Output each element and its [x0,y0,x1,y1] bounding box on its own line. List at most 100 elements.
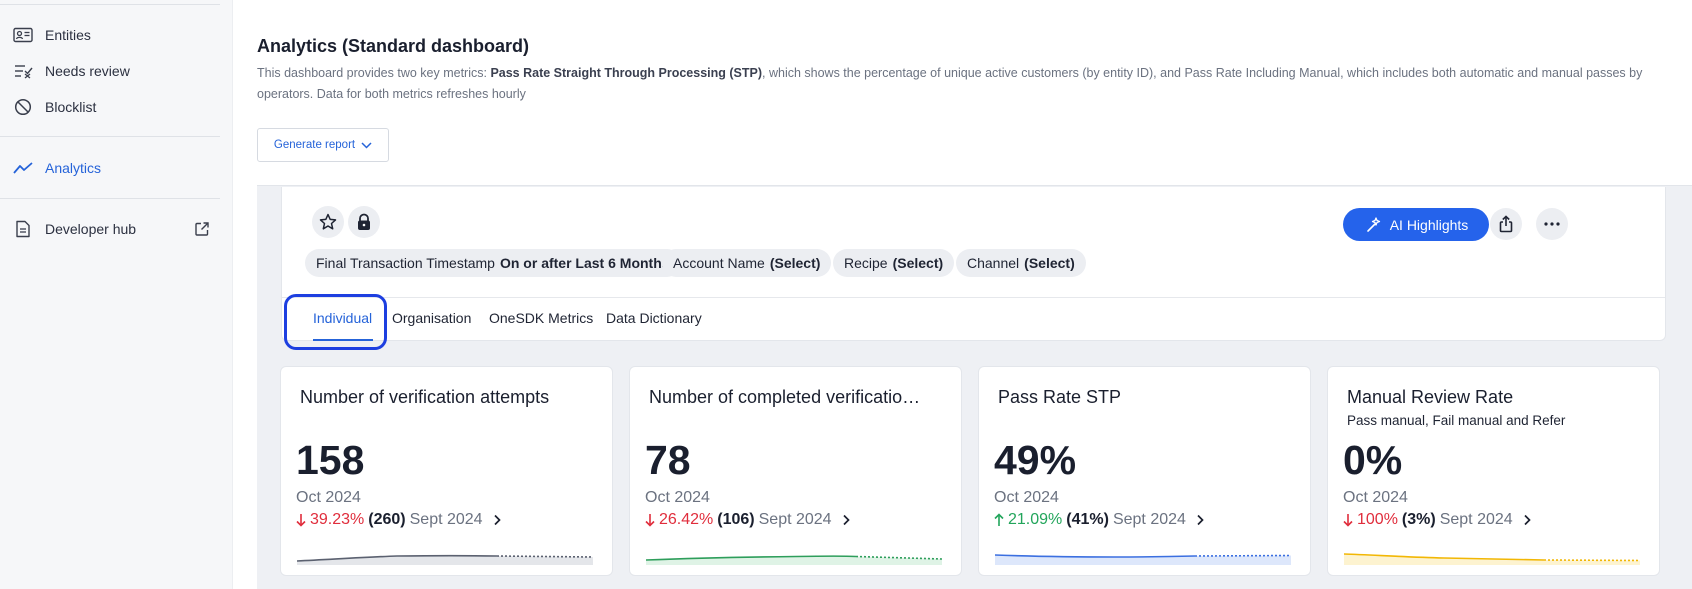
card-subtitle: Pass manual, Fail manual and Refer [1347,413,1566,428]
sidebar: Entities Needs review Blocklist Analytic… [0,0,233,589]
sidebar-item-label: Blocklist [45,99,97,115]
delta-percent: 39.23% [310,511,365,528]
chevron-down-icon [361,141,372,149]
card-comparison: 26.42% (106) Sept 2024 [645,511,852,529]
tabs-divider [282,297,1665,298]
more-options-button[interactable] [1536,208,1568,240]
sidebar-item-label: Needs review [45,63,130,79]
sidebar-divider [0,136,220,137]
metric-card-completed-verifications[interactable]: Number of completed verificatio… 78 Oct … [629,366,962,576]
arrow-down-icon [1343,514,1353,527]
lock-button[interactable] [348,206,380,238]
filter-label: Final Transaction Timestamp [316,255,495,271]
review-list-icon [12,60,34,82]
filter-account-name[interactable]: Account Name (Select) [662,249,832,277]
previous-value: (41%) [1066,511,1109,528]
lock-icon [358,213,370,230]
card-period: Oct 2024 [645,489,710,506]
tab-onesdk-metrics[interactable]: OneSDK Metrics [489,310,593,326]
trend-line-icon [12,157,34,179]
sidebar-item-label: Developer hub [45,221,137,237]
sidebar-item-needs-review[interactable]: Needs review [0,54,220,88]
generate-report-label: Generate report [273,139,356,151]
card-title: Manual Review Rate [1347,387,1514,407]
sidebar-divider [0,4,220,5]
sidebar-item-label: Analytics [45,160,102,176]
filter-label: Account Name [673,255,765,271]
ai-highlights-label: AI Highlights [1389,216,1469,233]
sparkle-wand-icon [1366,216,1380,232]
previous-value: (106) [717,511,755,528]
filter-recipe[interactable]: Recipe (Select) [833,249,955,277]
sidebar-item-label: Entities [45,27,91,43]
sidebar-item-blocklist[interactable]: Blocklist [0,90,220,124]
previous-value: (260) [368,511,406,528]
share-icon [1499,215,1513,233]
previous-period: Sept 2024 [409,511,483,528]
filter-value: On or after Last 6 Months [499,255,670,271]
delta-percent: 100% [1357,511,1398,528]
card-value: 0% [1343,437,1403,483]
main-content: Analytics (Standard dashboard) This dash… [233,0,1692,589]
card-period: Oct 2024 [1343,489,1408,506]
tab-organisation[interactable]: Organisation [392,310,471,326]
arrow-down-icon [645,514,655,527]
previous-period: Sept 2024 [1439,511,1513,528]
card-period: Oct 2024 [296,489,361,506]
filter-value: (Select) [769,255,821,271]
card-comparison: 100% (3%) Sept 2024 [1343,511,1533,529]
card-period: Oct 2024 [994,489,1059,506]
sparkline-chart [646,555,942,565]
tab-data-dictionary[interactable]: Data Dictionary [606,310,702,326]
card-title: Number of completed verificatio… [649,387,921,407]
dashboard-controls: AI Highlights Final Transaction Timestam… [281,187,1666,350]
sidebar-item-developer-hub[interactable]: Developer hub [0,212,220,246]
page-description: This dashboard provides two key metrics:… [257,63,1692,105]
delta-percent: 26.42% [659,511,714,528]
document-icon [12,218,34,240]
metric-card-pass-rate-stp[interactable]: Pass Rate STP 49% Oct 2024 21.09% (41%) … [978,366,1311,576]
sparkline-chart [1344,553,1640,565]
arrow-up-icon [994,513,1004,526]
description-bold: Pass Rate Straight Through Processing (S… [490,66,763,80]
id-card-icon [12,24,34,46]
previous-period: Sept 2024 [1112,511,1186,528]
favorite-button[interactable] [312,206,344,238]
chevron-right-icon[interactable] [1194,514,1206,526]
delta-percent: 21.09% [1008,511,1063,528]
share-button[interactable] [1490,208,1522,240]
dashboard-area: AI Highlights Final Transaction Timestam… [257,185,1692,589]
sidebar-item-analytics[interactable]: Analytics [0,151,220,185]
filter-label: Recipe [844,255,888,271]
focus-highlight [284,294,387,350]
filter-final-transaction-timestamp[interactable]: Final Transaction Timestamp On or after L… [305,249,681,277]
card-value: 49% [994,437,1077,483]
external-link-icon[interactable] [194,221,210,237]
chevron-right-icon[interactable] [1521,514,1533,526]
chevron-right-icon[interactable] [840,514,852,526]
chevron-right-icon[interactable] [491,514,503,526]
previous-period: Sept 2024 [758,511,832,528]
previous-value: (3%) [1401,511,1436,528]
sparkline-chart [995,554,1291,565]
filter-label: Channel [967,255,1020,271]
sidebar-divider [0,198,220,199]
ai-highlights-button[interactable]: AI Highlights [1343,208,1489,241]
description-prefix: This dashboard provides two key metrics: [257,66,491,80]
card-comparison: 21.09% (41%) Sept 2024 [994,511,1206,529]
generate-report-button[interactable]: Generate report [257,128,389,162]
card-title: Pass Rate STP [998,387,1122,407]
block-icon [12,96,34,118]
metric-card-verification-attempts[interactable]: Number of verification attempts 158 Oct … [280,366,613,576]
arrow-down-icon [296,514,306,527]
sidebar-item-entities[interactable]: Entities [0,18,220,52]
more-horizontal-icon [1544,222,1560,226]
sparkline-chart [297,554,593,565]
card-comparison: 39.23% (260) Sept 2024 [296,511,503,529]
filter-channel[interactable]: Channel (Select) [956,249,1086,277]
star-icon [319,213,337,230]
metric-card-manual-review-rate[interactable]: Manual Review Rate Pass manual, Fail man… [1327,366,1660,576]
page-title: Analytics (Standard dashboard) [257,36,530,56]
card-value: 78 [645,437,691,483]
card-title: Number of verification attempts [300,387,550,407]
